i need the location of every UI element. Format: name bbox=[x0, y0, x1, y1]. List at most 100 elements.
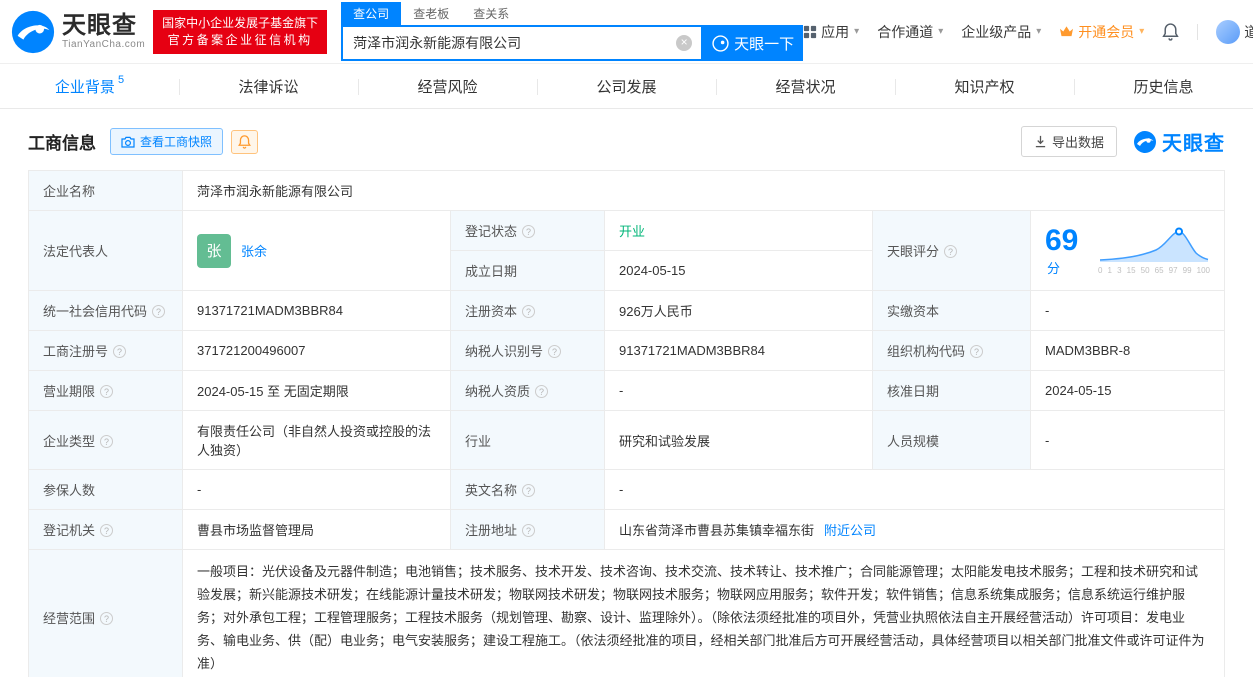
label-approval-date: 核准日期 bbox=[872, 370, 1031, 411]
label-reg-status: 登记状态? bbox=[450, 210, 605, 251]
search-tab-relation[interactable]: 查关系 bbox=[461, 2, 521, 25]
search-tab-boss[interactable]: 查老板 bbox=[401, 2, 461, 25]
logo-domain: TianYanCha.com bbox=[62, 39, 146, 50]
label-org-code: 组织机构代码? bbox=[872, 330, 1031, 371]
help-icon[interactable]: ? bbox=[152, 305, 166, 318]
value-business-scope: 一般项目：光伏设备及元器件制造；电池销售；技术服务、技术开发、技术咨询、技术交流… bbox=[182, 549, 1225, 677]
value-reg-number: 371721200496007 bbox=[182, 330, 451, 371]
value-score: 69分 0 1 3 15 50 65 97 99 100 bbox=[1030, 210, 1225, 291]
row-business-scope: 经营范围? 一般项目：光伏设备及元器件制造；电池销售；技术服务、技术开发、技术咨… bbox=[28, 549, 1225, 677]
logo-name: 天眼查 bbox=[62, 12, 137, 39]
nav-user-label: 道泽 bbox=[1244, 23, 1253, 40]
tab-label: 法律诉讼 bbox=[238, 78, 299, 96]
help-icon[interactable]: ? bbox=[113, 345, 127, 358]
search-button[interactable]: 天眼一下 bbox=[703, 25, 804, 61]
tab-company-background[interactable]: 企业背景 5 bbox=[0, 64, 179, 108]
label-business-scope: 经营范围? bbox=[28, 549, 183, 677]
tianyancha-eye-icon bbox=[11, 10, 55, 53]
nav-cooperation-label: 合作通道 bbox=[877, 23, 934, 40]
value-company-type: 有限责任公司（非自然人投资或控股的法人独资） bbox=[182, 410, 451, 470]
tab-label: 历史信息 bbox=[1133, 78, 1194, 96]
label-company-type: 企业类型? bbox=[28, 410, 183, 470]
label-industry: 行业 bbox=[450, 410, 605, 470]
logo-text: 天眼查 TianYanCha.com bbox=[62, 12, 146, 51]
chevron-down-icon: ▾ bbox=[938, 26, 944, 37]
value-taxpayer-id: 91371721MADM3BBR84 bbox=[604, 330, 873, 371]
row-legal-rep: 法定代表人 张 张余 登记状态? 开业 天眼评分? 69分 0 1 3 15 5… bbox=[28, 210, 1225, 291]
alarm-bell-icon bbox=[238, 134, 251, 149]
legal-rep-link[interactable]: 张余 bbox=[241, 241, 267, 260]
tab-intellectual-property[interactable]: 知识产权 bbox=[895, 64, 1074, 108]
tab-history-info[interactable]: 历史信息 bbox=[1074, 64, 1253, 108]
tab-label: 公司发展 bbox=[596, 78, 657, 96]
help-icon[interactable]: ? bbox=[522, 305, 536, 318]
page-tabs: 企业背景 5 法律诉讼 经营风险 公司发展 经营状况 知识产权 历史信息 bbox=[0, 63, 1253, 109]
value-industry: 研究和试验发展 bbox=[604, 410, 873, 470]
nav-apps[interactable]: 应用 ▾ bbox=[803, 22, 859, 42]
section-header: 工商信息 查看工商快照 导出数据 天眼查 bbox=[0, 109, 1253, 170]
tab-label: 企业背景 bbox=[54, 78, 115, 96]
tab-company-development[interactable]: 公司发展 bbox=[537, 64, 716, 108]
help-icon[interactable]: ? bbox=[944, 245, 958, 258]
legal-rep-avatar[interactable]: 张 bbox=[197, 233, 231, 268]
value-approval-date: 2024-05-15 bbox=[1030, 370, 1225, 411]
badge-line2: 官方备案企业征信机构 bbox=[167, 32, 313, 47]
camera-icon bbox=[121, 136, 135, 148]
certification-badge: 国家中小企业发展子基金旗下 官方备案企业征信机构 bbox=[153, 9, 328, 54]
label-establish-date: 成立日期 bbox=[450, 250, 605, 291]
tab-legal-proceedings[interactable]: 法律诉讼 bbox=[179, 64, 358, 108]
monitor-bell-button[interactable] bbox=[231, 129, 259, 154]
brand-watermark: 天眼查 bbox=[1133, 127, 1225, 156]
value-establish-date: 2024-05-15 bbox=[604, 250, 873, 291]
help-icon[interactable]: ? bbox=[522, 225, 536, 238]
label-business-term: 营业期限? bbox=[28, 370, 183, 411]
tianyancha-logo[interactable]: 天眼查 TianYanCha.com bbox=[10, 9, 145, 55]
search-input[interactable] bbox=[343, 27, 702, 59]
status-badge: 开业 bbox=[619, 224, 646, 239]
label-staff-size: 人员规模 bbox=[872, 410, 1031, 470]
tianyancha-eye-icon bbox=[1134, 130, 1156, 153]
nav-enterprise[interactable]: 企业级产品 ▾ bbox=[961, 22, 1041, 42]
help-icon[interactable]: ? bbox=[970, 345, 984, 358]
export-button-label: 导出数据 bbox=[1051, 135, 1104, 150]
help-icon[interactable]: ? bbox=[100, 612, 114, 625]
help-icon[interactable]: ? bbox=[522, 524, 536, 537]
label-reg-number: 工商注册号? bbox=[28, 330, 183, 371]
label-legal-rep: 法定代表人 bbox=[28, 210, 183, 291]
label-english-name: 英文名称? bbox=[450, 469, 605, 510]
value-english-name: - bbox=[604, 469, 1225, 510]
tab-label: 经营状况 bbox=[775, 78, 836, 96]
badge-line1: 国家中小企业发展子基金旗下 bbox=[162, 15, 319, 30]
nav-user[interactable]: 道泽 ▾ bbox=[1216, 19, 1253, 44]
label-taxpayer-qualification: 纳税人资质? bbox=[450, 370, 605, 411]
help-icon[interactable]: ? bbox=[100, 385, 114, 398]
tab-operating-status[interactable]: 经营状况 bbox=[716, 64, 895, 108]
top-header: 天眼查 TianYanCha.com 国家中小企业发展子基金旗下 官方备案企业征… bbox=[0, 0, 1253, 63]
row-insured-count: 参保人数 - 英文名称? - bbox=[28, 469, 1225, 510]
search-tab-company[interactable]: 查公司 bbox=[341, 2, 402, 25]
score-axis-ticks: 0 1 3 15 50 65 97 99 100 bbox=[1098, 266, 1210, 275]
row-reg-number: 工商注册号? 371721200496007 纳税人识别号? 91371721M… bbox=[28, 330, 1225, 371]
row-reg-authority: 登记机关? 曹县市场监督管理局 注册地址? 山东省菏泽市曹县苏集镇幸福东街 附近公… bbox=[28, 509, 1225, 550]
grid-icon bbox=[804, 25, 817, 38]
snapshot-button[interactable]: 查看工商快照 bbox=[110, 128, 224, 155]
help-icon[interactable]: ? bbox=[535, 385, 549, 398]
row-company-type: 企业类型? 有限责任公司（非自然人投资或控股的法人独资） 行业 研究和试验发展 … bbox=[28, 410, 1225, 470]
label-paid-capital: 实缴资本 bbox=[872, 290, 1031, 331]
help-icon[interactable]: ? bbox=[100, 524, 114, 537]
nav-enterprise-label: 企业级产品 bbox=[961, 23, 1032, 40]
tab-operating-risk[interactable]: 经营风险 bbox=[358, 64, 537, 108]
help-icon[interactable]: ? bbox=[100, 434, 114, 448]
value-reg-capital: 926万人民币 bbox=[604, 290, 873, 331]
notification-bell-button[interactable] bbox=[1162, 22, 1179, 41]
export-data-button[interactable]: 导出数据 bbox=[1020, 126, 1117, 157]
value-legal-rep: 张 张余 bbox=[182, 210, 451, 291]
nav-cooperation[interactable]: 合作通道 ▾ bbox=[877, 22, 943, 42]
value-insured-count: - bbox=[182, 469, 451, 510]
nearby-companies-link[interactable]: 附近公司 bbox=[824, 523, 876, 538]
nav-vip[interactable]: 开通会员 ▾ bbox=[1059, 22, 1144, 42]
help-icon[interactable]: ? bbox=[522, 484, 536, 497]
search-area: 查公司 查老板 查关系 × 天眼一下 bbox=[341, 2, 804, 61]
score-distribution-curve bbox=[1099, 227, 1209, 262]
help-icon[interactable]: ? bbox=[548, 345, 562, 358]
